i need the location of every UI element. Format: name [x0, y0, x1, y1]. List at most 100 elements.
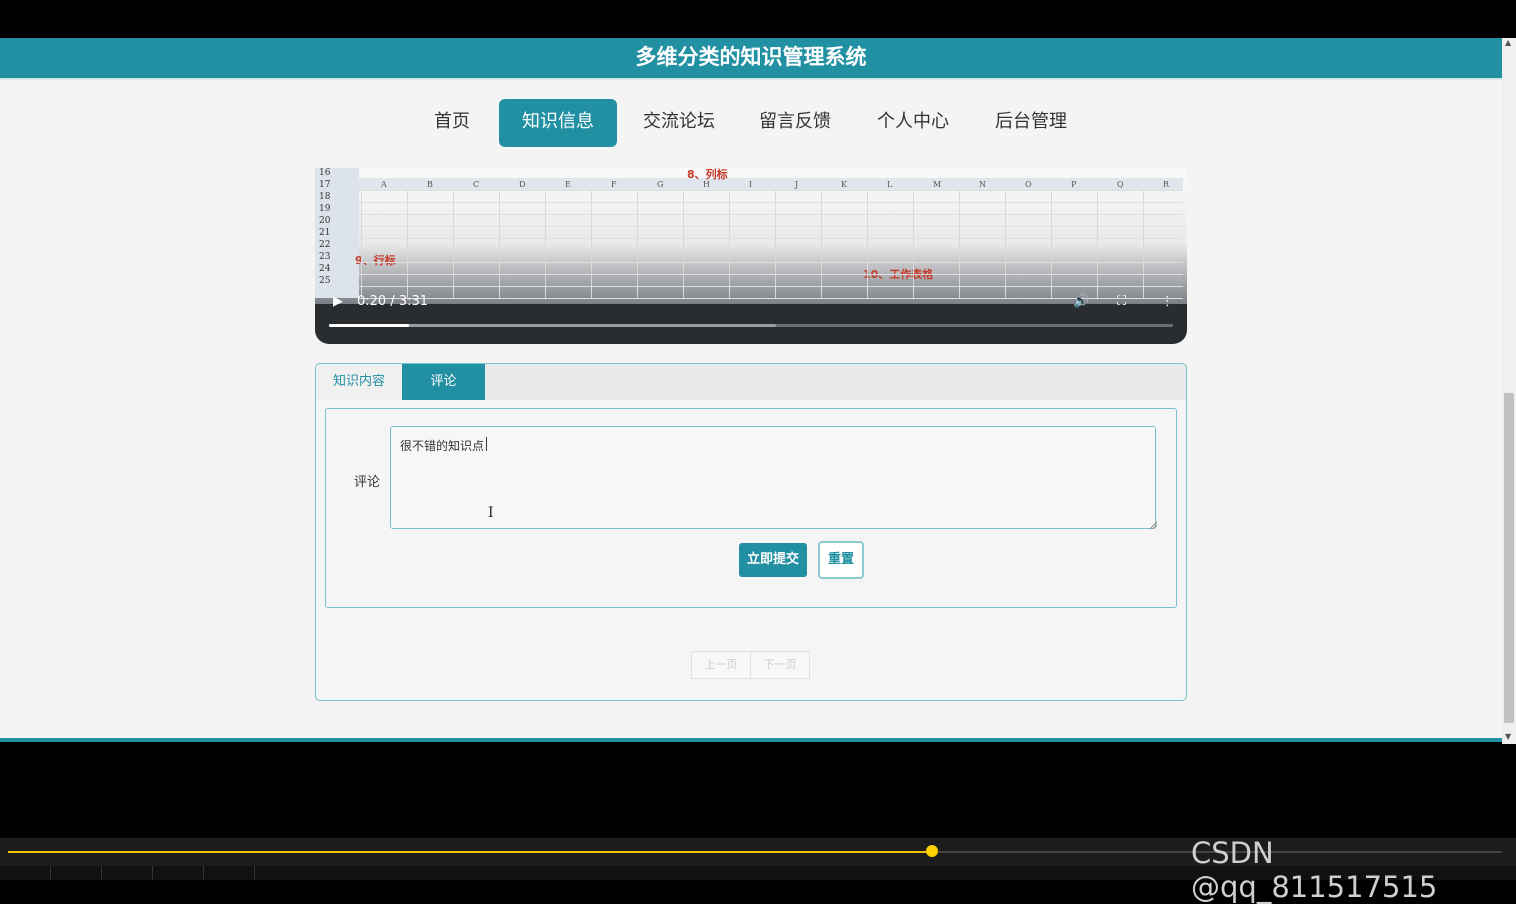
spreadsheet-column-letter: A [381, 180, 387, 189]
comment-label: 评论 [354, 475, 381, 490]
spreadsheet-row-line [359, 202, 1183, 203]
spreadsheet-column-letter: F [611, 180, 617, 189]
spreadsheet-column-line [683, 190, 684, 298]
spreadsheet-column-letter: K [841, 180, 847, 189]
spreadsheet-row-line [359, 262, 1183, 263]
spreadsheet-column-letter: G [657, 180, 664, 189]
spreadsheet-column-letter: M [933, 180, 942, 189]
spreadsheet-column-line [407, 190, 408, 298]
spreadsheet-column-letter: Q [1117, 180, 1124, 189]
spreadsheet-row-number: 23 [319, 252, 331, 262]
page-scrollbar[interactable]: ▲ ▼ [1502, 38, 1516, 744]
spreadsheet-column-line [637, 190, 638, 298]
volume-icon[interactable]: 🔊 [1073, 294, 1089, 309]
page: 多维分类的知识管理系统 首页 知识信息 交流论坛 留言反馈 个人中心 后台管理 … [0, 38, 1502, 742]
spreadsheet-column-line [729, 190, 730, 298]
spreadsheet-row-number: 20 [319, 216, 331, 226]
spreadsheet-row-number: 19 [319, 204, 331, 214]
main-nav: 首页 知识信息 交流论坛 留言反馈 个人中心 后台管理 [0, 99, 1502, 147]
resize-grip-icon[interactable] [1149, 521, 1157, 529]
watermark: CSDN @qq_811517515 [1191, 836, 1438, 904]
spreadsheet-column-line [867, 190, 868, 298]
nav-feedback[interactable]: 留言反馈 [752, 99, 838, 147]
spreadsheet-column-line [453, 190, 454, 298]
spreadsheet-column-line [913, 190, 914, 298]
spreadsheet-column-line [591, 190, 592, 298]
comment-textarea[interactable] [390, 426, 1156, 529]
strip-divider [254, 866, 255, 880]
reset-button[interactable]: 重置 [818, 541, 864, 579]
video-frame: 8、列标 9、行标 10、工作表格 16 17 18 19 20 21 22 23 24 25 A B… [315, 168, 1187, 304]
video-progress-played [329, 324, 409, 327]
nav-knowledge-info[interactable]: 知识信息 [499, 99, 617, 147]
text-cursor-icon: I [488, 505, 494, 521]
spreadsheet-column-line [1005, 190, 1006, 298]
spreadsheet-column-line [499, 190, 500, 298]
spreadsheet-column-line [1097, 190, 1098, 298]
spreadsheet-column-letter: N [979, 180, 986, 189]
nav-home[interactable]: 首页 [421, 99, 483, 147]
spreadsheet-row-line [359, 214, 1183, 215]
comment-value: 很不错的知识点 [400, 439, 485, 453]
spreadsheet-row-line [359, 250, 1183, 251]
video-player[interactable]: 8、列标 9、行标 10、工作表格 16 17 18 19 20 21 22 23 24 25 A B… [315, 168, 1187, 344]
tab-bar: 知识内容 评论 [316, 364, 1186, 400]
spreadsheet-row-number: 21 [319, 228, 331, 238]
spreadsheet-column-line [959, 190, 960, 298]
spreadsheet-column-line [361, 190, 362, 298]
scroll-thumb[interactable] [1504, 393, 1514, 723]
strip-divider [50, 866, 51, 880]
detail-tabs-panel: 知识内容 评论 评论 很不错的知识点 I 立即提交 重置 上一页 下一页 [315, 363, 1187, 701]
strip-divider [152, 866, 153, 880]
spreadsheet-column-line [1143, 190, 1144, 298]
spreadsheet-row-number: 22 [319, 240, 331, 250]
nav-profile[interactable]: 个人中心 [870, 99, 956, 147]
site-header: 多维分类的知识管理系统 [0, 38, 1502, 80]
spreadsheet-row-line [359, 190, 1183, 191]
spreadsheet-column-letter: L [887, 180, 893, 189]
spreadsheet-row-number: 17 [319, 180, 331, 190]
spreadsheet-row-line [359, 274, 1183, 275]
spreadsheet-column-letter: D [519, 180, 526, 189]
outer-player-progress [8, 851, 932, 853]
next-page-button[interactable]: 下一页 [750, 651, 810, 679]
spreadsheet-column-letter: E [565, 180, 571, 189]
more-icon[interactable]: ⋮ [1161, 294, 1174, 309]
strip-divider [203, 866, 204, 880]
play-icon[interactable]: ▶ [333, 294, 343, 309]
nav-forum[interactable]: 交流论坛 [636, 99, 722, 147]
scroll-down-icon[interactable]: ▼ [1505, 732, 1511, 741]
spreadsheet-row-number: 25 [319, 276, 331, 286]
spreadsheet-row-line [359, 298, 1183, 299]
spreadsheet-column-line [821, 190, 822, 298]
spreadsheet-column-letter: B [427, 180, 433, 189]
strip-divider [101, 866, 102, 880]
spreadsheet-row-number: 24 [319, 264, 331, 274]
nav-admin[interactable]: 后台管理 [988, 99, 1074, 147]
spreadsheet-column-line [1051, 190, 1052, 298]
scroll-up-icon[interactable]: ▲ [1505, 38, 1511, 47]
spreadsheet-column-letter: I [749, 180, 753, 189]
tab-knowledge-content[interactable]: 知识内容 [316, 364, 403, 400]
spreadsheet-column-letter: J [795, 180, 799, 189]
spreadsheet-column-line [775, 190, 776, 298]
spreadsheet-column-letter: H [703, 180, 710, 189]
fullscreen-icon[interactable]: ⛶ [1117, 294, 1126, 309]
prev-page-button[interactable]: 上一页 [691, 651, 751, 679]
spreadsheet-column-letter: P [1071, 180, 1077, 189]
spreadsheet-column-letter: R [1163, 180, 1170, 189]
footer-bar [0, 738, 1502, 742]
spreadsheet-column-line [545, 190, 546, 298]
video-time: 0:20 / 3:31 [357, 294, 429, 309]
outer-player-knob[interactable] [926, 845, 938, 857]
spreadsheet-row-line [359, 238, 1183, 239]
spreadsheet-row-number: 16 [319, 168, 331, 178]
submit-button[interactable]: 立即提交 [739, 543, 807, 577]
text-caret [486, 437, 487, 451]
spreadsheet-row-line [359, 286, 1183, 287]
tab-comments[interactable]: 评论 [402, 364, 485, 400]
site-title: 多维分类的知识管理系统 [635, 45, 867, 69]
spreadsheet-row-number: 18 [319, 192, 331, 202]
comment-form: 评论 很不错的知识点 I 立即提交 重置 [325, 408, 1177, 608]
spreadsheet-column-letter: O [1025, 180, 1032, 189]
